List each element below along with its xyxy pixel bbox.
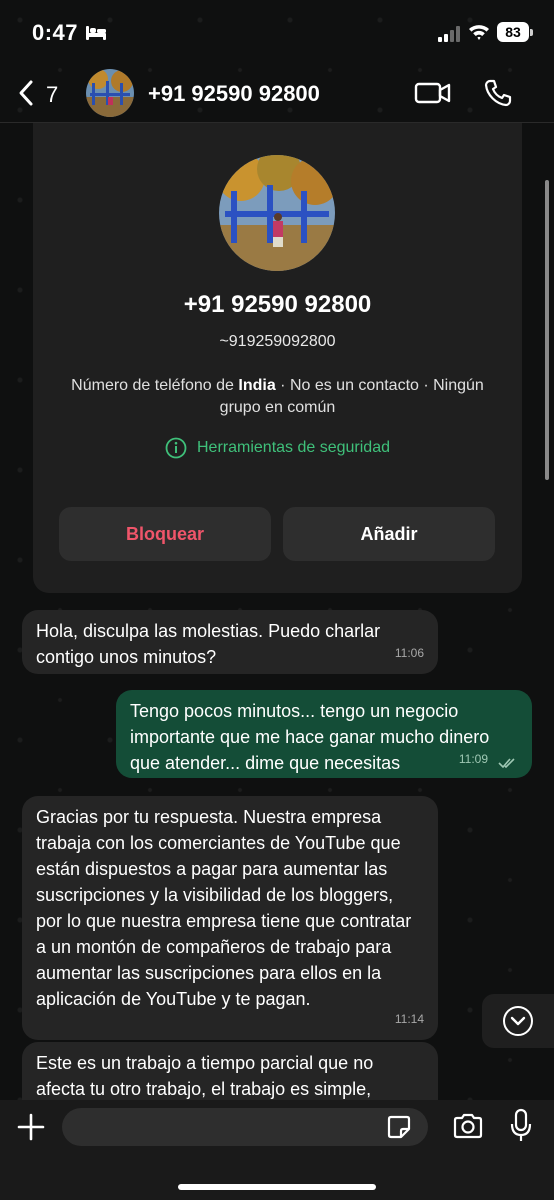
battery-level: 83 — [505, 24, 521, 40]
contact-info-country: India — [238, 377, 276, 394]
chat-screen: 0:47 83 7 +91 92590 92800 +91 92590 9280… — [0, 0, 554, 1200]
read-receipt-icon — [498, 758, 515, 769]
message-bubble-outgoing[interactable]: Tengo pocos minutos... tengo un negocio … — [116, 690, 532, 778]
message-time: 11:06 — [394, 646, 424, 660]
chevron-down-circle-icon — [503, 1006, 533, 1036]
back-unread-count[interactable]: 7 — [46, 82, 58, 108]
message-time: 11:14 — [394, 1012, 424, 1026]
chat-title[interactable]: +91 92590 92800 — [148, 81, 320, 107]
security-tools-label: Herramientas de seguridad — [197, 439, 390, 456]
status-bar: 0:47 83 — [0, 0, 554, 64]
sticker-icon[interactable] — [386, 1114, 412, 1140]
message-input[interactable] — [62, 1108, 428, 1146]
info-icon — [165, 437, 187, 459]
scroll-to-bottom-button[interactable] — [482, 994, 554, 1048]
message-text: Este es un trabajo a tiempo parcial que … — [36, 1053, 374, 1099]
contact-avatar[interactable] — [86, 69, 134, 117]
message-input-bar — [0, 1100, 554, 1200]
contact-card-avatar[interactable] — [219, 155, 335, 271]
message-text: Gracias por tu respuesta. Nuestra empres… — [36, 807, 412, 1009]
battery-indicator: 83 — [497, 22, 529, 42]
status-time: 0:47 — [32, 20, 79, 45]
battery-nub — [530, 29, 533, 36]
cellular-signal-icon — [438, 26, 460, 42]
avatar-photo-icon — [219, 155, 335, 271]
message-bubble-incoming[interactable]: Gracias por tu respuesta. Nuestra empres… — [22, 796, 438, 1040]
plus-icon[interactable] — [16, 1112, 46, 1142]
contact-name: +91 92590 92800 — [183, 291, 372, 318]
message-bubble-incoming[interactable]: Hola, disculpa las molestias. Puedo char… — [22, 610, 438, 674]
voice-call-icon[interactable] — [483, 78, 513, 108]
contact-info: Número de teléfono de India · No es un c… — [53, 375, 502, 419]
microphone-icon[interactable] — [509, 1108, 533, 1144]
contact-username: ~919259092800 — [219, 333, 336, 350]
message-time: 11:09 — [458, 752, 488, 766]
wifi-icon — [469, 25, 489, 40]
home-indicator[interactable] — [178, 1184, 376, 1190]
security-tools-link[interactable]: Herramientas de seguridad — [33, 437, 522, 459]
back-chevron-icon[interactable] — [16, 79, 36, 107]
scrollbar[interactable] — [545, 180, 549, 480]
message-text: Hola, disculpa las molestias. Puedo char… — [36, 621, 381, 667]
sleep-focus-icon — [86, 26, 106, 40]
chat-header: 7 +91 92590 92800 — [0, 64, 554, 122]
video-call-icon[interactable] — [414, 80, 452, 106]
avatar-photo-icon — [86, 69, 134, 117]
unknown-contact-card: +91 92590 92800 ~919259092800 Número de … — [33, 123, 522, 593]
camera-icon[interactable] — [452, 1112, 484, 1140]
block-button[interactable]: Bloquear — [59, 507, 271, 561]
add-contact-button[interactable]: Añadir — [283, 507, 495, 561]
contact-info-prefix: Número de teléfono de — [71, 377, 239, 394]
